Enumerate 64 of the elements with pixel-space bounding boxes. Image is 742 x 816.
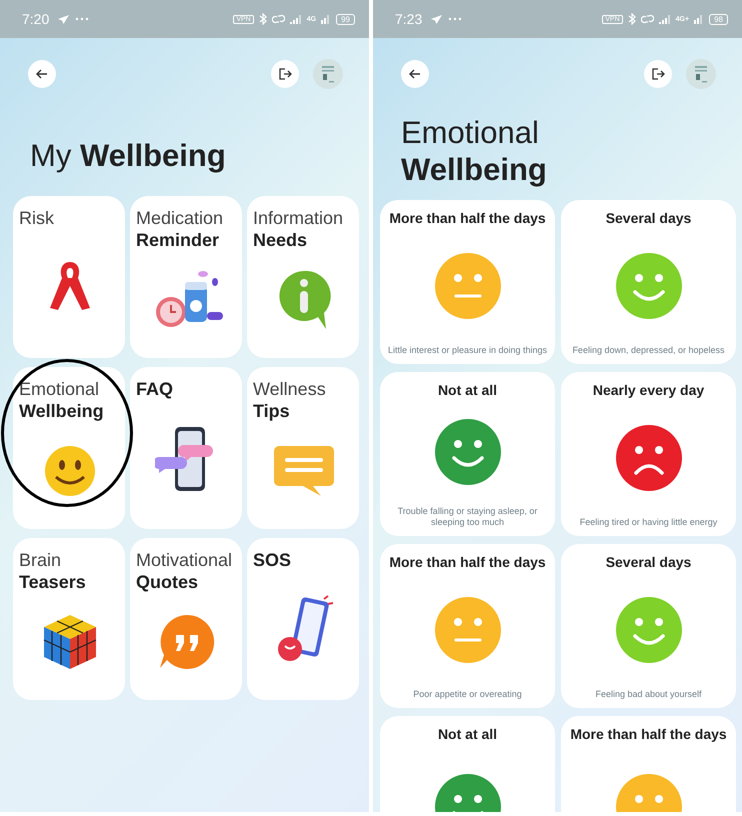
answer-label: More than half the days (570, 726, 727, 742)
answer-label: More than half the days (389, 554, 546, 570)
answer-label: Not at all (438, 726, 498, 742)
menu-tile[interactable]: Brain Teasers (13, 538, 125, 700)
page-title: Emotional (401, 114, 539, 152)
more-dots-icon (75, 17, 90, 21)
menu-tile[interactable]: Medication Reminder (130, 196, 242, 358)
answer-label: Several days (606, 210, 692, 226)
answer-card[interactable]: Nearly every day Feeling tired or having little energy (561, 372, 736, 536)
logout-button[interactable] (271, 60, 299, 88)
answer-label: Several days (606, 554, 692, 570)
answer-label: More than half the days (389, 210, 546, 226)
avatar[interactable] (686, 59, 716, 89)
logout-icon (278, 68, 292, 80)
more-dots-icon (448, 17, 462, 21)
signal-icon (321, 14, 332, 24)
back-arrow-icon (36, 69, 48, 79)
quote-bubble-icon (158, 612, 216, 671)
menu-tile[interactable]: Risk (13, 196, 125, 358)
menu-tile[interactable]: Information Needs (247, 196, 359, 358)
answer-card[interactable]: More than half the days Little interest or pleasure in doing things (380, 200, 555, 364)
speech-bubble-icon (273, 444, 335, 498)
answer-card[interactable]: Several days Feeling down, depressed, or hopeless (561, 200, 736, 364)
info-bubble-icon (277, 268, 331, 331)
send-icon (57, 14, 70, 24)
question-text: Feeling tired or having little energy (580, 517, 718, 528)
smiley-face-icon (44, 444, 96, 497)
page-title: Wellbeing (401, 151, 547, 188)
answer-label: Nearly every day (592, 382, 704, 398)
bluetooth-icon (628, 13, 636, 25)
answer-card[interactable]: Not at all (380, 716, 555, 812)
signal-icon (694, 14, 704, 24)
answer-card[interactable]: More than half the days (561, 716, 736, 812)
page-title: My Wellbeing (30, 138, 227, 174)
avatar[interactable] (313, 59, 343, 89)
signal-icon (290, 14, 302, 24)
signal-icon (658, 14, 671, 24)
link-icon (272, 14, 285, 24)
back-arrow-icon (409, 69, 421, 79)
link-icon (640, 14, 654, 24)
status-time: 7:23 (395, 11, 422, 27)
question-text: Poor appetite or overeating (413, 689, 522, 700)
question-text: Feeling bad about yourself (595, 689, 702, 700)
answer-card[interactable]: More than half the days Poor appetite or overeating (380, 544, 555, 708)
bluetooth-icon (258, 13, 267, 25)
battery-level: 98 (709, 14, 728, 24)
send-icon (430, 14, 444, 24)
question-text: Little interest or pleasure in doing things (388, 345, 548, 356)
question-text: Feeling down, depressed, or hopeless (572, 345, 725, 356)
logout-icon (652, 68, 664, 80)
answer-card[interactable]: Several days Feeling bad about yourself (561, 544, 736, 708)
status-time: 7:20 (22, 11, 50, 27)
logout-button[interactable] (644, 60, 672, 88)
menu-tile[interactable]: Motivational Quotes (130, 538, 242, 700)
menu-tile[interactable]: Emotional Wellbeing (13, 367, 125, 529)
back-button[interactable] (28, 60, 56, 88)
back-button[interactable] (401, 60, 429, 88)
answer-card[interactable]: Not at all Trouble falling or staying asleep, or sleeping too much (380, 372, 555, 536)
battery-level: 99 (336, 14, 355, 24)
question-text: Trouble falling or staying asleep, or sleeping too much (396, 506, 538, 528)
menu-tile[interactable]: FAQ (130, 367, 242, 529)
answer-label: Not at all (438, 382, 498, 398)
menu-tile[interactable]: SOS (247, 538, 359, 700)
menu-tile[interactable]: Wellness Tips (247, 367, 359, 529)
